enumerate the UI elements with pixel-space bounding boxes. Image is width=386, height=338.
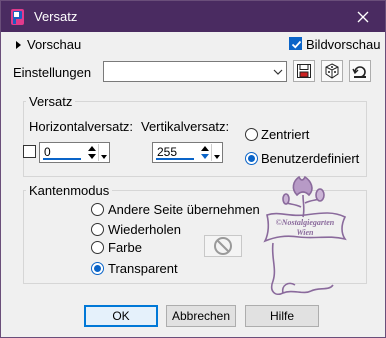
edge-transparent-radio[interactable] <box>91 262 104 275</box>
horizontal-offset-spinbox[interactable]: 0 <box>39 142 110 163</box>
watermark-text-line1: ©Nostalgiegarten <box>276 218 335 227</box>
horizontal-offset-label: Horizontalversatz: <box>29 119 134 134</box>
edge-color-label: Farbe <box>108 240 142 255</box>
edge-other-side-label: Andere Seite übernehmen <box>108 202 260 217</box>
edge-repeat-label: Wiederholen <box>108 222 181 237</box>
edge-color-radio[interactable] <box>91 241 104 254</box>
vertical-offset-spinbox[interactable]: 255 <box>152 142 223 163</box>
slider-dropdown-icon[interactable] <box>98 144 108 161</box>
reset-icon <box>352 66 366 78</box>
dice-icon <box>325 63 339 79</box>
preview-toggle[interactable]: Vorschau <box>27 37 81 52</box>
color-swatch-button[interactable] <box>204 235 242 257</box>
link-offsets-checkbox[interactable] <box>23 145 36 158</box>
random-parameters-button[interactable] <box>321 60 343 82</box>
watermark-text-line2: Wien <box>296 228 314 237</box>
edge-other-side-radio[interactable] <box>91 203 104 216</box>
checkmark-icon <box>291 40 302 49</box>
centered-radio[interactable] <box>245 128 258 141</box>
edge-repeat-radio[interactable] <box>91 223 104 236</box>
horizontal-offset-value: 0 <box>44 145 51 159</box>
vertical-offset-value: 255 <box>157 145 178 159</box>
settings-label: Einstellungen <box>13 65 92 80</box>
ok-button[interactable]: OK <box>84 305 158 327</box>
value-slider-track[interactable] <box>156 158 194 160</box>
offset-group-title: Versatz <box>26 94 76 109</box>
reset-defaults-button[interactable] <box>349 60 371 82</box>
image-preview-checkbox[interactable] <box>289 37 302 50</box>
app-logo-icon <box>9 8 27 26</box>
spin-up-down-icon[interactable] <box>87 144 97 161</box>
chevron-down-icon[interactable] <box>270 62 286 81</box>
custom-radio[interactable] <box>245 152 258 165</box>
edge-mode-group-title: Kantenmodus <box>26 183 113 198</box>
floppy-disk-icon <box>297 64 311 78</box>
expand-triangle-icon[interactable] <box>16 41 21 49</box>
title-bar[interactable]: Versatz <box>1 1 385 32</box>
cancel-button[interactable]: Abbrechen <box>166 305 236 327</box>
centered-label: Zentriert <box>261 127 310 142</box>
save-preset-button[interactable] <box>293 60 315 82</box>
no-color-icon <box>214 237 232 255</box>
window-title: Versatz <box>34 9 78 24</box>
spin-up-down-icon[interactable] <box>200 144 210 161</box>
close-button[interactable] <box>341 1 385 32</box>
close-icon <box>357 11 369 22</box>
dialog-window: Versatz Vorschau Bildvorschau Einstellun… <box>0 0 386 338</box>
edge-transparent-label: Transparent <box>108 261 178 276</box>
custom-label: Benutzerdefiniert <box>261 151 360 166</box>
image-preview-label: Bildvorschau <box>306 37 381 52</box>
value-slider-track[interactable] <box>43 158 81 160</box>
settings-combobox[interactable] <box>103 61 287 82</box>
slider-dropdown-icon[interactable] <box>211 144 221 161</box>
watermark-logo: ©Nostalgiegarten Wien <box>259 173 351 305</box>
help-button[interactable]: Hilfe <box>245 305 319 327</box>
vertical-offset-label: Vertikalversatz: <box>141 119 230 134</box>
